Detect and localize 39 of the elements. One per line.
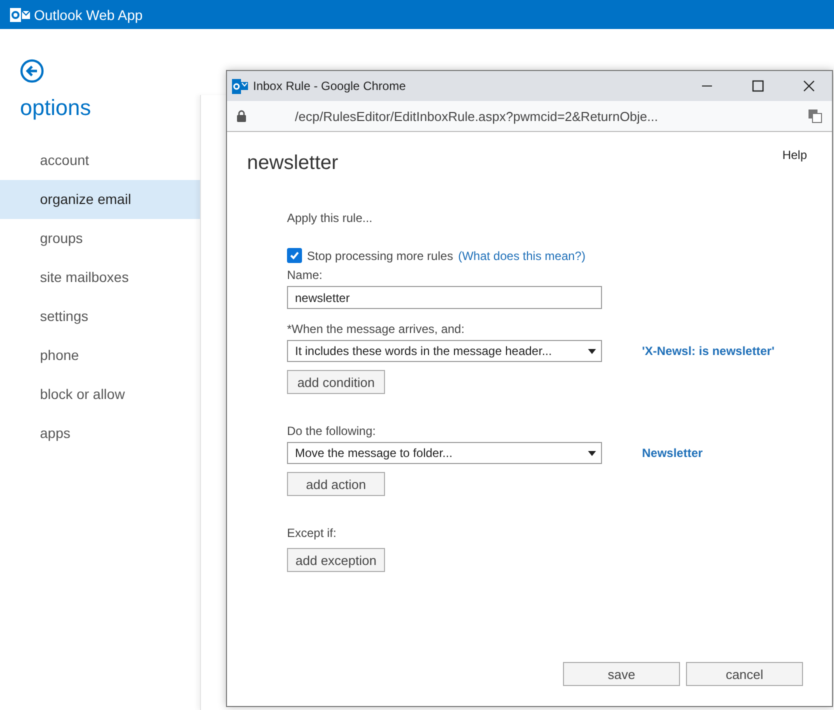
section-label: Do the following: — [287, 424, 377, 438]
sidebar-item[interactable]: settings — [0, 297, 200, 336]
sidebar-item[interactable]: site mailboxes — [0, 258, 200, 297]
sidebar-item[interactable]: account — [0, 141, 200, 180]
options-heading: options — [20, 95, 92, 121]
cancel-button[interactable]: cancel — [686, 662, 803, 686]
lock-icon — [237, 110, 246, 122]
rule-heading: newsletter — [247, 152, 338, 175]
help-link[interactable]: Help — [782, 148, 807, 175]
add-button[interactable]: add exception — [287, 548, 385, 572]
condition-value-link[interactable]: Newsletter — [642, 446, 703, 460]
checkmark-icon — [288, 249, 301, 262]
condition-value-link[interactable]: 'X-Newsl: is newsletter' — [642, 344, 774, 358]
mail-logo-icon — [232, 78, 248, 94]
sidebar-item[interactable]: groups — [0, 219, 200, 258]
name-field[interactable]: newsletter — [287, 286, 602, 309]
dropdown-caret-icon — [588, 348, 596, 354]
checkbox[interactable] — [287, 248, 302, 263]
dropdown[interactable]: It includes these words in the message header... — [287, 340, 602, 362]
window-title: Inbox Rule - Google Chrome — [253, 79, 406, 93]
checkbox-label: Stop processing more rules — [307, 248, 454, 262]
intro-text: Apply this rule... — [287, 211, 374, 225]
close-icon[interactable] — [803, 80, 815, 92]
sidebar-item[interactable]: phone — [0, 336, 200, 375]
sidebar-item[interactable]: organize email — [0, 180, 200, 219]
sidebar-item[interactable]: apps — [0, 414, 200, 453]
section-label: Except if: — [287, 526, 338, 540]
name-label: Name: — [287, 268, 324, 282]
app-title: Outlook Web App — [34, 6, 143, 22]
what-does-this-mean-link[interactable]: (What does this mean?) — [458, 248, 586, 262]
save-button[interactable]: save — [563, 662, 680, 686]
sidebar-item[interactable]: block or allow — [0, 375, 200, 414]
mail-logo-icon — [10, 6, 30, 24]
add-button[interactable]: add action — [287, 472, 385, 496]
dropdown-caret-icon — [588, 450, 596, 456]
section-label: *When the message arrives, and: — [287, 322, 466, 336]
dropdown[interactable]: Move the message to folder... — [287, 442, 602, 464]
maximize-icon[interactable] — [752, 80, 764, 92]
add-button[interactable]: add condition — [287, 370, 385, 394]
